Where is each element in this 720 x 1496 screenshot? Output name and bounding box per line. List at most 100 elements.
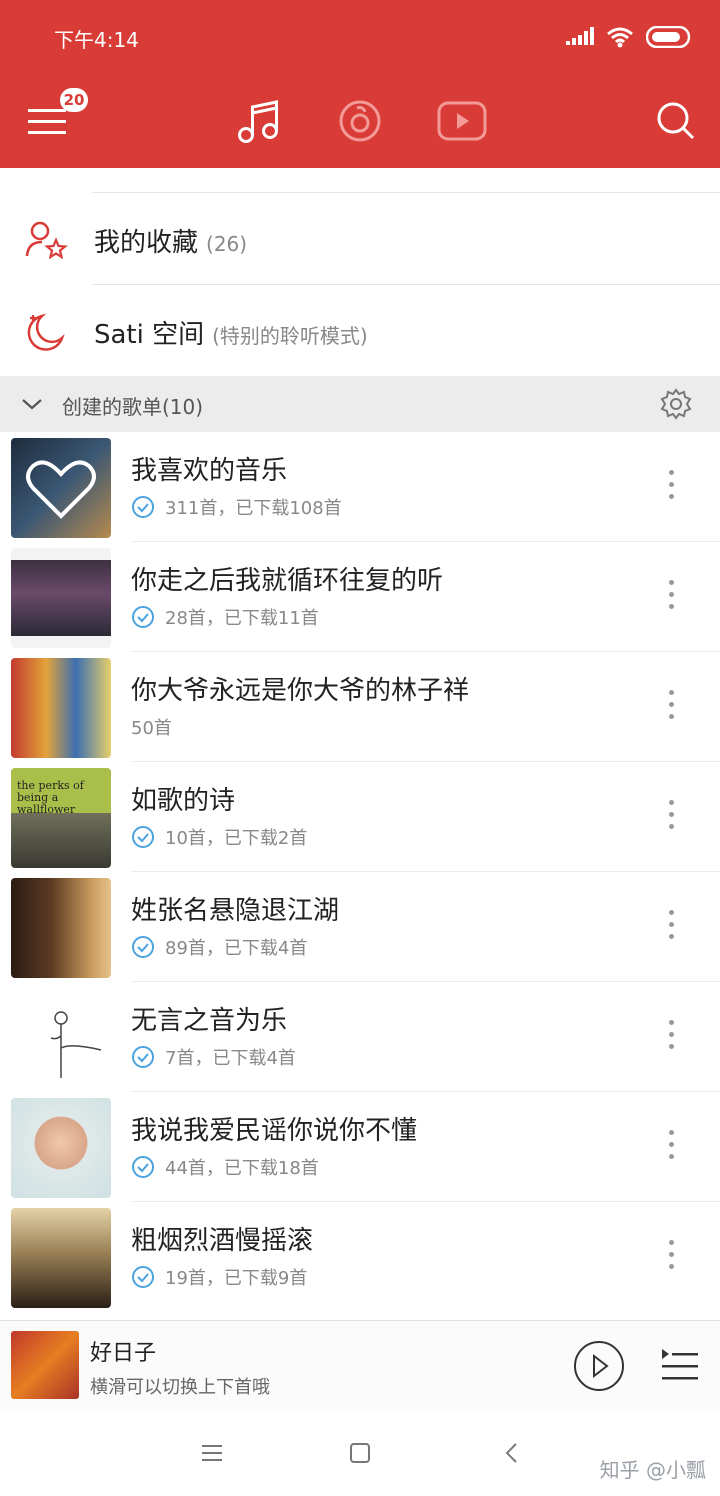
more-options-icon[interactable] (668, 1240, 676, 1276)
recents-icon[interactable] (200, 1441, 224, 1465)
divider (92, 284, 720, 285)
playlist-cover (11, 438, 111, 538)
playlist-count: 311首，已下载108首 (165, 498, 342, 519)
gear-icon[interactable] (660, 388, 692, 420)
menu-icon (28, 109, 66, 134)
now-playing-hint: 横滑可以切换上下首哦 (90, 1377, 270, 1398)
status-icons (566, 26, 692, 48)
playlist-name: 姓张名悬隐退江湖 (131, 896, 340, 926)
now-playing-title: 好日子 (90, 1341, 157, 1366)
favorites-text: 我的收藏 (94, 228, 199, 258)
playlist-queue-icon[interactable] (660, 1347, 700, 1383)
more-options-icon[interactable] (668, 1020, 676, 1056)
playlist-item[interactable]: 你走之后我就循环往复的听 28首，已下载11首 (0, 542, 720, 652)
downloaded-check-icon (132, 606, 154, 628)
downloaded-check-icon (132, 826, 154, 848)
playlist-meta: 89首，已下载4首 (131, 934, 307, 960)
heart-icon (26, 460, 96, 519)
playlist-item[interactable]: 无言之音为乐 7首，已下载4首 (0, 982, 720, 1092)
user-star-icon (25, 221, 68, 260)
music-note-icon (238, 100, 278, 143)
playlist-name: 你大爷永远是你大爷的林子祥 (131, 676, 470, 706)
more-options-icon[interactable] (668, 1130, 676, 1166)
playlist-meta: 50首 (131, 714, 172, 740)
battery-icon (646, 26, 691, 48)
downloaded-check-icon (132, 1266, 154, 1288)
playlist-count: 50首 (131, 718, 172, 739)
moon-icon (27, 313, 65, 351)
playlist-item[interactable]: the perks of being a wallflower 如歌的诗 10首… (0, 762, 720, 872)
more-options-icon[interactable] (668, 690, 676, 726)
playlist-cover (11, 548, 111, 648)
tab-music[interactable] (228, 88, 288, 154)
downloaded-check-icon (132, 1156, 154, 1178)
playlist-meta: 44首，已下载18首 (131, 1154, 319, 1180)
tab-video[interactable] (432, 88, 492, 154)
more-options-icon[interactable] (668, 910, 676, 946)
playlist-item[interactable]: 粗烟烈酒慢摇滚 19首，已下载9首 (0, 1202, 720, 1312)
home-icon[interactable] (348, 1441, 372, 1465)
playlist-item[interactable]: 我喜欢的音乐 311首，已下载108首 (0, 432, 720, 542)
tab-radio[interactable] (330, 88, 390, 154)
favorites-row[interactable]: 我的收藏 (26) (0, 194, 720, 286)
search-icon (657, 102, 695, 140)
playlist-item[interactable]: 你大爷永远是你大爷的林子祥 50首 (0, 652, 720, 762)
playlist-count: 10首，已下载2首 (165, 828, 308, 849)
playlist-meta: 28首，已下载11首 (131, 604, 319, 630)
playlist-meta: 19首，已下载9首 (131, 1264, 307, 1290)
now-playing-cover (11, 1331, 79, 1399)
video-icon (437, 101, 487, 141)
more-options-icon[interactable] (668, 800, 676, 836)
playlist-cover (11, 988, 111, 1088)
sati-space-row[interactable]: Sati 空间 (特别的聆听模式) (0, 286, 720, 378)
playlist-count: 89首，已下载4首 (165, 938, 308, 959)
favorites-count: (26) (206, 232, 248, 256)
playlist-cover (11, 1098, 111, 1198)
playlist-count: 28首，已下载11首 (165, 608, 319, 629)
wifi-icon (607, 27, 633, 48)
more-options-icon[interactable] (668, 470, 676, 506)
playlist-cover (11, 1208, 111, 1308)
rose-sketch-icon (50, 1011, 102, 1078)
playlist-item[interactable]: 姓张名悬隐退江湖 89首，已下载4首 (0, 872, 720, 982)
downloaded-check-icon (132, 936, 154, 958)
search-button[interactable] (646, 88, 706, 154)
cover-title-text: the perks of being a wallflower (17, 779, 84, 816)
menu-badge: 20 (60, 88, 88, 112)
playlist-name: 无言之音为乐 (131, 1006, 288, 1036)
sati-label: Sati 空间 (特别的聆听模式) (94, 314, 368, 351)
signal-icon (566, 27, 594, 45)
mini-player[interactable]: 好日子 横滑可以切换上下首哦 (0, 1320, 720, 1411)
chevron-down-icon[interactable] (20, 392, 44, 416)
downloaded-check-icon (132, 496, 154, 518)
playlist-count: 44首，已下载18首 (165, 1158, 319, 1179)
play-icon (593, 1353, 609, 1379)
back-icon[interactable] (500, 1441, 524, 1465)
more-options-icon[interactable] (668, 580, 676, 616)
playlist-count: 19首，已下载9首 (165, 1268, 308, 1289)
play-button[interactable] (574, 1341, 624, 1391)
divider (92, 192, 720, 193)
sati-text: Sati 空间 (94, 320, 205, 350)
status-time: 下午4:14 (54, 28, 139, 52)
watermark: 知乎 @小瓢 (599, 1458, 706, 1482)
downloaded-check-icon (132, 1046, 154, 1068)
playlist-section-header[interactable]: 创建的歌单(10) (0, 376, 720, 432)
playlist-cover (11, 878, 111, 978)
favorites-label: 我的收藏 (26) (94, 222, 247, 259)
playlist-meta: 311首，已下载108首 (131, 494, 342, 520)
status-bar: 下午4:14 (0, 22, 720, 58)
playlist-meta: 10首，已下载2首 (131, 824, 307, 850)
radio-icon (339, 100, 381, 142)
playlist-name: 如歌的诗 (131, 786, 236, 816)
playlist-name: 我说我爱民谣你说你不懂 (131, 1116, 418, 1146)
sati-sub: (特别的聆听模式) (212, 324, 368, 348)
playlist-cover (11, 658, 111, 758)
top-nav (0, 88, 720, 156)
playlist-count: 7首，已下载4首 (165, 1048, 296, 1069)
playlist-cover: the perks of being a wallflower (11, 768, 111, 868)
playlist-name: 粗烟烈酒慢摇滚 (131, 1226, 314, 1256)
playlist-item[interactable]: 我说我爱民谣你说你不懂 44首，已下载18首 (0, 1092, 720, 1202)
playlist-name: 我喜欢的音乐 (131, 456, 288, 486)
playlist-name: 你走之后我就循环往复的听 (131, 566, 444, 596)
